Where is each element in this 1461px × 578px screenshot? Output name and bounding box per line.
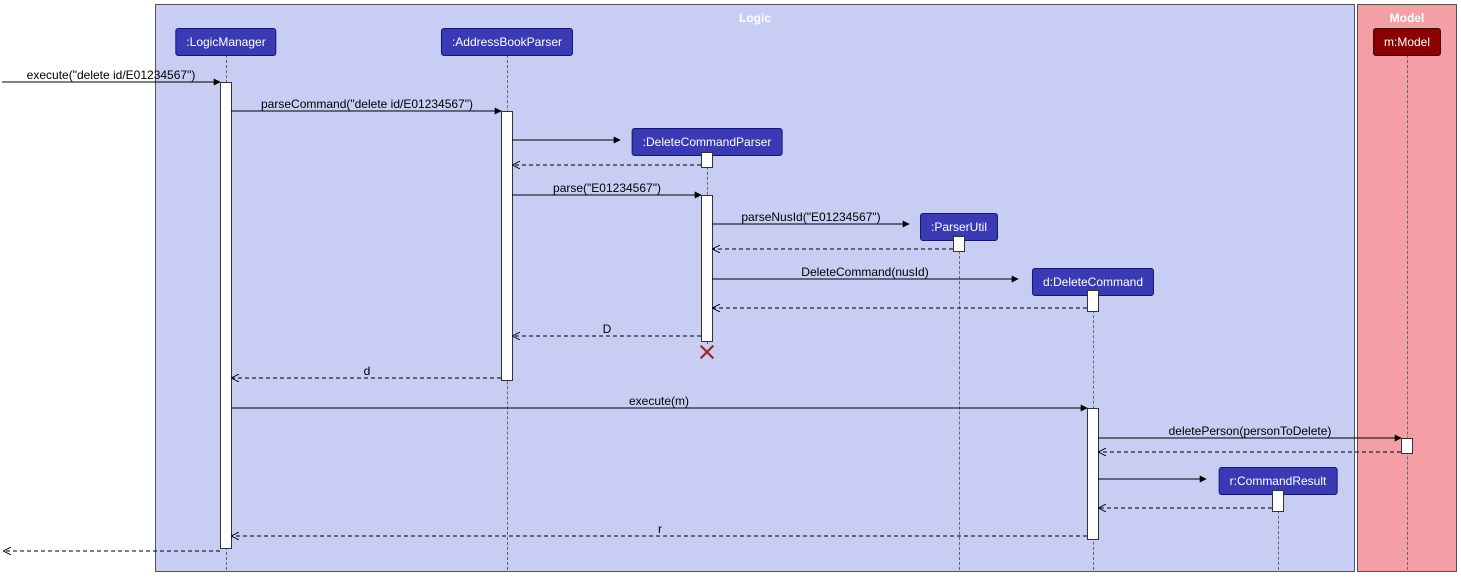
activation-deletecommand-1: [1087, 290, 1099, 312]
participant-logicmanager: :LogicManager: [175, 28, 276, 56]
group-model-title: Model: [1390, 11, 1425, 25]
msg-parsenusid: parseNusId("E01234567"): [741, 210, 880, 224]
destroy-icon: [698, 343, 716, 361]
activation-commandresult: [1272, 490, 1284, 512]
lifeline-parserutil: [959, 236, 960, 570]
msg-return-D: D: [603, 322, 612, 336]
msg-execute-m: execute(m): [629, 394, 689, 408]
sequence-diagram: Logic Model :LogicManager :AddressBookPa…: [0, 0, 1461, 578]
msg-parse: parse("E01234567"): [553, 181, 661, 195]
msg-return-r: r: [658, 522, 662, 536]
activation-addressbookparser: [501, 111, 513, 381]
msg-execute: execute("delete id/E01234567"): [27, 68, 196, 82]
activation-deletecommandparser-1: [701, 152, 713, 168]
activation-parserutil: [953, 236, 965, 252]
group-logic: Logic: [155, 4, 1355, 572]
activation-deletecommand-2: [1087, 408, 1099, 540]
participant-model: m:Model: [1373, 28, 1441, 56]
activation-model: [1401, 438, 1413, 454]
group-logic-title: Logic: [739, 11, 771, 25]
activation-logicmanager: [220, 82, 232, 549]
msg-deleteperson: deletePerson(personToDelete): [1169, 424, 1332, 438]
msg-deletecommand-ctor: DeleteCommand(nusId): [801, 265, 928, 279]
msg-parsecommand: parseCommand("delete id/E01234567"): [261, 97, 473, 111]
lifeline-model: [1407, 50, 1408, 570]
msg-return-d: d: [364, 364, 371, 378]
activation-deletecommandparser-2: [701, 195, 713, 342]
participant-addressbookparser: :AddressBookParser: [441, 28, 573, 56]
